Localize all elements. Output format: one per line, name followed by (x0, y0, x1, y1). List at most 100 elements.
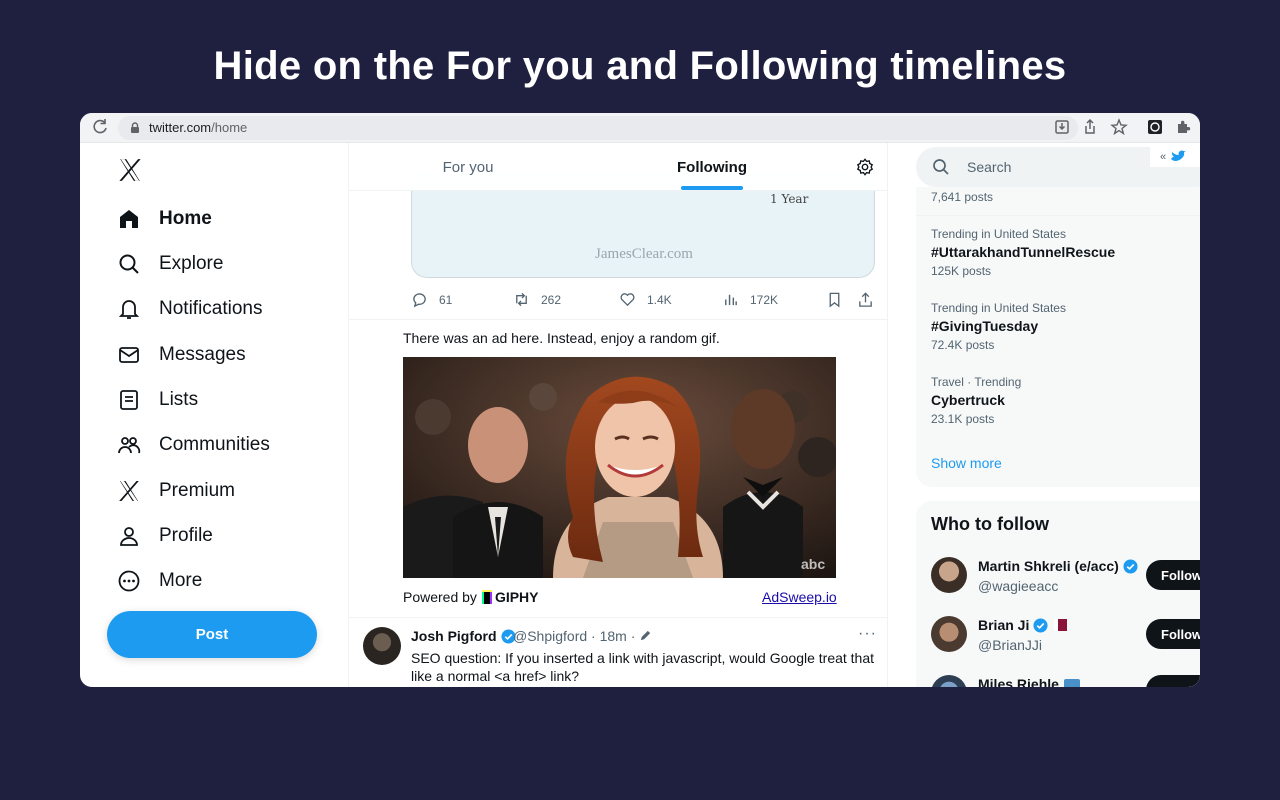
trend-item[interactable]: Travel · Trending Cybertruck 23.1K posts (931, 375, 1200, 426)
reload-icon[interactable] (90, 117, 110, 137)
show-more-link[interactable]: Show more (931, 455, 1002, 471)
views-chart-icon (725, 294, 737, 306)
share-icon[interactable] (857, 291, 874, 308)
avatar[interactable] (931, 675, 967, 687)
follow-suggestion[interactable]: Brian Ji @BrianJJi Follow (931, 616, 1200, 656)
sidebar-item-profile[interactable]: Profile (116, 518, 213, 554)
tweet[interactable]: Josh Pigford @Shpigford · 18m · ··· SEO … (349, 619, 887, 687)
sidebar-item-home[interactable]: Home (116, 201, 212, 237)
views-count: 172K (750, 292, 779, 307)
left-sidebar: Home Explore Notifications Messages List… (80, 143, 348, 687)
card-brand: JamesClear.com (595, 246, 693, 262)
reply-icon (413, 293, 426, 308)
timeline-column: 1 Year JamesClear.com For you Following … (348, 143, 888, 687)
avatar[interactable] (931, 557, 967, 593)
browser-toolbar: twitter.com/home (80, 113, 1200, 143)
sidebar-item-label: Profile (159, 525, 213, 546)
lock-icon (131, 122, 139, 133)
like-button[interactable]: 1.4K (619, 291, 672, 308)
sidebar-item-explore[interactable]: Explore (116, 246, 223, 282)
random-gif: abc (403, 357, 836, 578)
sidebar-item-messages[interactable]: Messages (116, 337, 246, 373)
follow-button[interactable]: Follow (1146, 560, 1200, 590)
repost-button[interactable]: 262 (513, 291, 561, 308)
reply-button[interactable]: 61 (411, 291, 452, 308)
adsweep-link[interactable]: AdSweep.io (762, 589, 837, 605)
bell-icon (116, 296, 142, 322)
follow-button[interactable]: Follow (1146, 619, 1200, 649)
suggestion-name: Miles Riehle (978, 676, 1080, 687)
giphy-wordmark: GIPHY (494, 589, 539, 605)
sidebar-item-more[interactable]: More (116, 563, 202, 599)
right-sidebar: 7,641 posts Trending in United States #U… (888, 143, 1200, 687)
extension-logo-icon[interactable] (1145, 117, 1165, 137)
follow-suggestion[interactable]: Miles Riehle (931, 675, 1200, 687)
gif-watermark: abc (801, 556, 825, 572)
page-headline: Hide on the For you and Following timeli… (213, 44, 1067, 88)
puzzle-icon[interactable] (1173, 117, 1193, 137)
suggestion-name: Martin Shkreli (e/acc) (978, 558, 1138, 574)
search-placeholder: Search (967, 159, 1012, 175)
extension-popup[interactable]: « (1150, 147, 1200, 167)
bookmark-icon[interactable] (826, 291, 843, 308)
gif-image: abc (403, 357, 836, 578)
share-icon[interactable] (1080, 117, 1100, 137)
sidebar-item-communities[interactable]: Communities (116, 427, 270, 463)
card-period-label: 1 Year (770, 192, 809, 206)
tweet-divider (349, 617, 887, 618)
url-text: twitter.com/home (149, 120, 247, 135)
suggestion-handle: @BrianJJi (978, 637, 1043, 653)
avatar[interactable] (363, 627, 401, 665)
views-button[interactable]: 172K (722, 291, 778, 308)
follow-button[interactable] (1146, 675, 1200, 687)
collapse-label: « (1160, 151, 1167, 163)
repost-count: 262 (541, 292, 562, 307)
sidebar-item-label: Notifications (159, 298, 263, 319)
who-to-follow-panel: Who to follow Martin Shkreli (e/acc) @wa… (916, 501, 1200, 687)
sidebar-item-label: Communities (159, 434, 270, 455)
trend-title: #GivingTuesday (931, 318, 1039, 334)
tweet-author-name[interactable]: Josh Pigford (411, 628, 516, 644)
gear-icon[interactable] (856, 158, 874, 176)
tab-following[interactable]: Following (651, 143, 773, 191)
x-logo-icon[interactable] (117, 157, 143, 183)
trend-title: Cybertruck (931, 392, 1005, 408)
author-name-text: Josh Pigford (411, 628, 497, 644)
url-host: twitter.com (149, 120, 212, 135)
sidebar-item-lists[interactable]: Lists (116, 382, 198, 418)
active-tab-indicator (681, 186, 743, 190)
avatar[interactable] (931, 616, 967, 652)
trend-post-count: 7,641 posts (931, 190, 994, 204)
like-count: 1.4K (647, 292, 672, 307)
suggestion-name-text: Brian Ji (978, 617, 1030, 633)
list-icon (116, 387, 142, 413)
home-icon (116, 206, 142, 232)
verified-badge-icon (1033, 617, 1048, 633)
trend-title: #UttarakhandTunnelRescue (931, 244, 1116, 260)
trend-item[interactable]: Trending in United States #GivingTuesday… (931, 301, 1200, 352)
tweet-divider (349, 319, 887, 320)
tab-for-you[interactable]: For you (409, 143, 527, 191)
tweet-meta: @Shpigford · 18m · (513, 628, 652, 644)
tweet-actions: 61 262 1.4K 172K (411, 291, 877, 311)
timeline-tabs: For you Following (349, 143, 887, 191)
trend-item[interactable]: Trending in United States #UttarakhandTu… (931, 227, 1200, 278)
sidebar-item-label: Home (159, 208, 212, 229)
sidebar-item-premium[interactable]: Premium (116, 473, 235, 509)
address-bar[interactable]: twitter.com/home (118, 116, 1078, 140)
post-button[interactable]: Post (107, 611, 317, 658)
suggestion-name: Brian Ji (978, 617, 1068, 633)
flag-icon (1054, 619, 1068, 631)
search-icon (933, 159, 949, 175)
tweet-more-button[interactable]: ··· (858, 625, 877, 643)
install-icon[interactable] (1052, 117, 1072, 137)
sidebar-item-notifications[interactable]: Notifications (116, 291, 263, 327)
sidebar-item-label: Messages (159, 344, 246, 365)
follow-suggestion[interactable]: Martin Shkreli (e/acc) @wagieeacc Follow (931, 557, 1200, 597)
giphy-attribution: Powered by GIPHY (403, 589, 539, 605)
sidebar-item-label: Premium (159, 480, 236, 501)
envelope-icon (116, 342, 142, 368)
bookmark-star-icon[interactable] (1109, 117, 1129, 137)
trend-divider (916, 215, 1200, 216)
more-circle-icon (116, 568, 142, 594)
